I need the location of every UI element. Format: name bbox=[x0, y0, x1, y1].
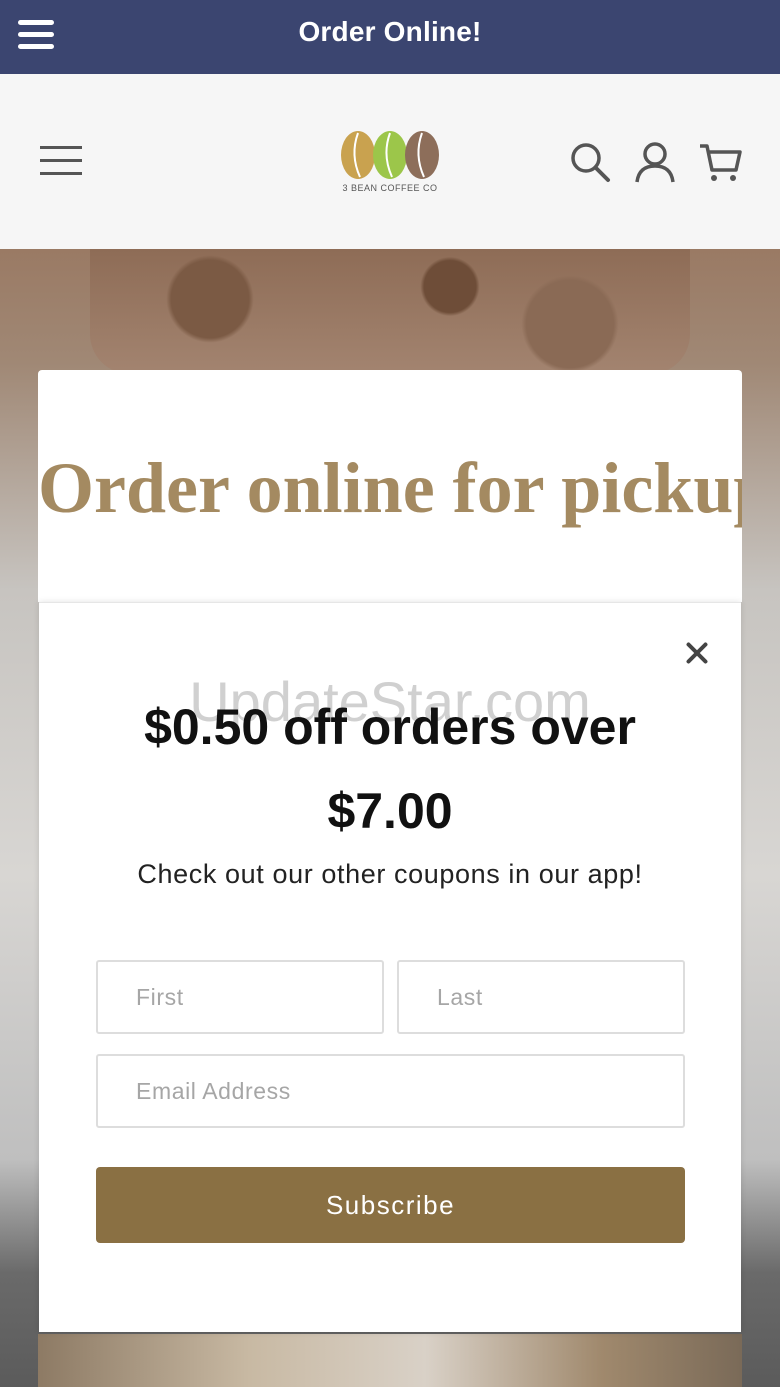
logo-text: 3 BEAN COFFEE CO bbox=[342, 183, 438, 193]
logo-beans-icon bbox=[341, 131, 439, 179]
coffee-grounds-image bbox=[90, 249, 690, 374]
logo[interactable]: 3 BEAN COFFEE CO bbox=[336, 129, 444, 199]
email-field[interactable] bbox=[96, 1054, 685, 1128]
subscribe-button[interactable]: Subscribe bbox=[96, 1167, 685, 1243]
first-name-field[interactable] bbox=[96, 960, 384, 1034]
hamburger-icon[interactable] bbox=[40, 146, 82, 178]
close-icon[interactable] bbox=[679, 635, 715, 671]
hero-card: Order online for pickup. bbox=[38, 370, 742, 602]
last-name-field[interactable] bbox=[397, 960, 685, 1034]
popup-headline: $0.50 off orders over $7.00 bbox=[144, 699, 636, 839]
search-icon[interactable] bbox=[568, 140, 612, 184]
coupon-popup: UpdateStar.com $0.50 off orders over $7.… bbox=[39, 602, 741, 1332]
hero-bottom-image bbox=[38, 1334, 742, 1387]
app-bar: Order Online! bbox=[0, 0, 780, 74]
app-bar-title: Order Online! bbox=[298, 16, 482, 47]
cart-icon[interactable] bbox=[698, 140, 742, 184]
hero-heading: Order online for pickup. bbox=[38, 448, 742, 528]
site-header: 3 BEAN COFFEE CO bbox=[0, 74, 780, 249]
user-icon[interactable] bbox=[633, 140, 677, 184]
popup-subtext: Check out our other coupons in our app! bbox=[137, 859, 643, 889]
